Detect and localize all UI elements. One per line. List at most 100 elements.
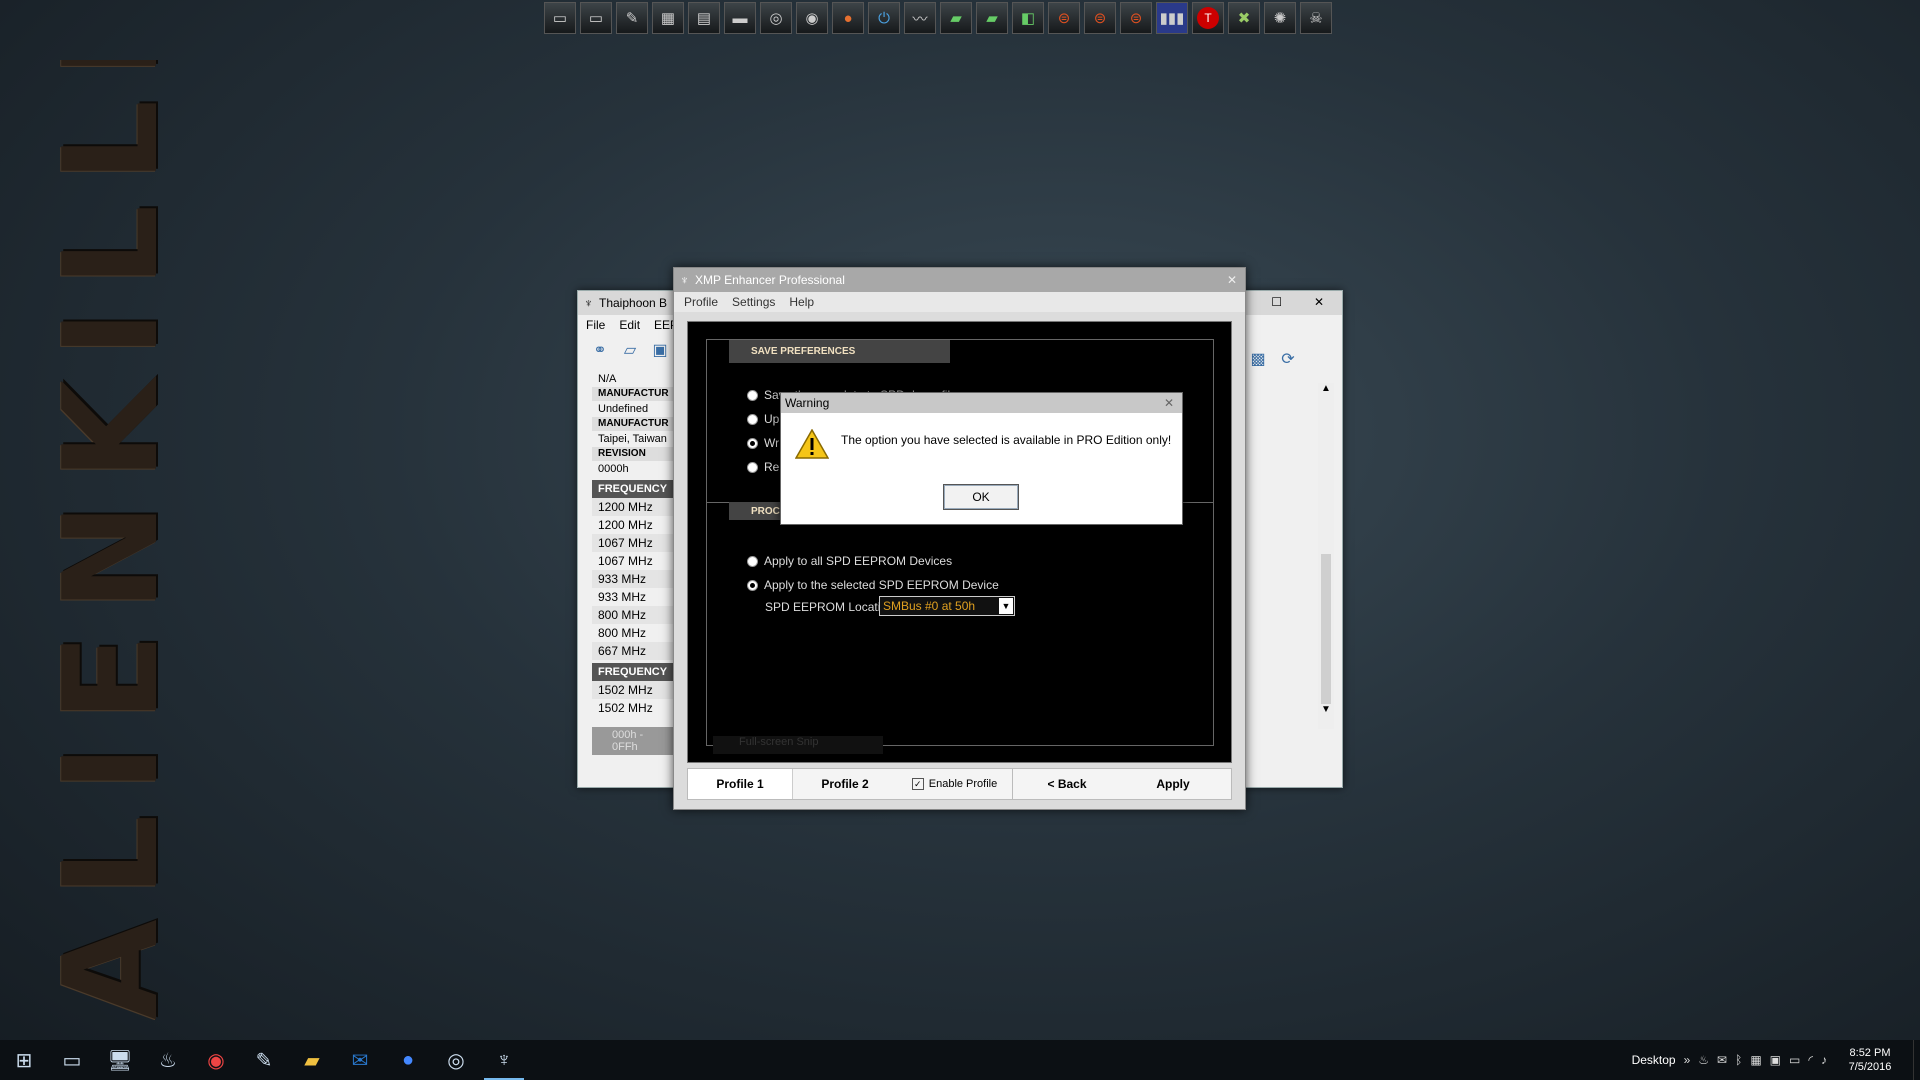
gear-icon[interactable]: ✺ xyxy=(1264,2,1296,34)
x-icon[interactable]: ✖ xyxy=(1228,2,1260,34)
keyboard-icon[interactable]: ▦ xyxy=(1750,1053,1761,1067)
close-icon[interactable]: ✕ xyxy=(1227,273,1237,287)
app-tray-icon[interactable]: ▣ xyxy=(1770,1053,1781,1067)
gpu-icon[interactable]: ▰ xyxy=(976,2,1008,34)
chevron-up-icon[interactable]: » xyxy=(1684,1053,1691,1067)
warning-titlebar[interactable]: Warning ✕ xyxy=(781,393,1182,413)
freq-row: 1067 MHz xyxy=(598,554,653,568)
option-apply-selected[interactable]: Apply to the selected SPD EEPROM Device xyxy=(747,578,999,592)
disc-icon[interactable]: ⊜ xyxy=(1084,2,1116,34)
info-value: Undefined xyxy=(598,403,649,415)
option-update[interactable]: Up xyxy=(747,412,779,426)
chevron-down-icon[interactable]: ▼ xyxy=(999,598,1013,614)
tab-profile-2[interactable]: Profile 2 xyxy=(793,769,897,799)
back-button[interactable]: < Back xyxy=(1013,769,1121,799)
gauge-icon[interactable]: ◉ xyxy=(796,2,828,34)
info-header: MANUFACTUR xyxy=(592,387,678,401)
orange-icon[interactable]: ● xyxy=(832,2,864,34)
option-read[interactable]: Re xyxy=(747,460,779,474)
drive-icon[interactable]: ▭ xyxy=(580,2,612,34)
scrollbar[interactable]: ▲ ▼ xyxy=(1318,383,1334,729)
desktop-toolbar-label[interactable]: Desktop xyxy=(1632,1053,1676,1067)
board-icon[interactable]: ▤ xyxy=(688,2,720,34)
warning-icon xyxy=(795,429,829,459)
xmp-title: XMP Enhancer Professional xyxy=(695,273,845,287)
power-icon[interactable]: ⏻ xyxy=(868,2,900,34)
scroll-up-icon[interactable]: ▲ xyxy=(1318,383,1334,394)
menu-profile[interactable]: Profile xyxy=(684,295,718,309)
circle-icon[interactable]: ◎ xyxy=(760,2,792,34)
show-desktop-button[interactable] xyxy=(1913,1040,1920,1080)
checkbox-checked-icon[interactable]: ✓ xyxy=(911,778,924,790)
radio-button[interactable] xyxy=(747,413,758,425)
radio-button[interactable] xyxy=(747,555,758,567)
apply-button[interactable]: Apply xyxy=(1121,769,1225,799)
frequency-header: FREQUENCY xyxy=(592,663,678,681)
bars-icon[interactable]: ▮▮▮ xyxy=(1156,2,1188,34)
computer-icon[interactable]: 🖥 xyxy=(96,1040,144,1080)
paint-icon[interactable]: ✎ xyxy=(240,1040,288,1080)
chip-icon[interactable]: ▦ xyxy=(652,2,684,34)
drive-icon[interactable]: ▭ xyxy=(544,2,576,34)
radio-button[interactable] xyxy=(747,461,758,473)
info-header: MANUFACTUR xyxy=(592,417,678,431)
xmp-titlebar[interactable]: ♆ XMP Enhancer Professional ✕ xyxy=(674,268,1245,292)
pen-icon[interactable]: ✎ xyxy=(616,2,648,34)
circle-app-icon[interactable]: ◎ xyxy=(432,1040,480,1080)
candle-icon[interactable]: ♨ xyxy=(144,1040,192,1080)
option-write[interactable]: Wr xyxy=(747,436,779,450)
windows-start-icon[interactable]: ⊞ xyxy=(0,1040,48,1080)
outlook-tray-icon[interactable]: ✉ xyxy=(1717,1053,1727,1067)
menu-file[interactable]: File xyxy=(586,318,605,332)
save-icon[interactable]: ▣ xyxy=(650,340,670,360)
ok-button[interactable]: OK xyxy=(943,484,1019,510)
steam-icon[interactable]: ♨ xyxy=(1698,1053,1709,1067)
wave-icon[interactable]: 〰 xyxy=(904,2,936,34)
scroll-thumb[interactable] xyxy=(1321,554,1331,704)
close-icon[interactable]: ✕ xyxy=(1164,396,1174,410)
card-icon[interactable]: ◧ xyxy=(1012,2,1044,34)
tab-profile-1[interactable]: Profile 1 xyxy=(688,769,793,799)
t-icon[interactable]: T xyxy=(1192,2,1224,34)
close-icon[interactable]: ✕ xyxy=(1314,295,1324,309)
cpu-icon[interactable]: ▬ xyxy=(724,2,756,34)
info-value: Taipei, Taiwan xyxy=(598,433,667,445)
freq-row: 800 MHz xyxy=(592,606,678,624)
menu-edit[interactable]: Edit xyxy=(619,318,640,332)
info-value: 0000h xyxy=(598,463,629,475)
outlook-icon[interactable]: ✉ xyxy=(336,1040,384,1080)
folder-icon[interactable]: ▱ xyxy=(620,340,640,360)
menu-settings[interactable]: Settings xyxy=(732,295,775,309)
spd-location-select[interactable]: SMBus #0 at 50h ▼ xyxy=(879,596,1015,616)
network-icon[interactable]: ◜ xyxy=(1808,1053,1813,1067)
bluetooth-icon[interactable]: ᛒ xyxy=(1735,1053,1742,1067)
clock[interactable]: 8:52 PM 7/5/2016 xyxy=(1835,1046,1905,1074)
radio-button-selected[interactable] xyxy=(747,437,758,449)
address-range: 000h - 0FFh xyxy=(592,727,678,755)
chrome-icon[interactable]: ◉ xyxy=(192,1040,240,1080)
thaiphoon-title: Thaiphoon B xyxy=(599,296,668,310)
gpu-icon[interactable]: ▰ xyxy=(940,2,972,34)
link-icon[interactable]: ⚭ xyxy=(590,340,610,360)
refresh-icon[interactable]: ⟳ xyxy=(1278,349,1298,369)
radio-button[interactable] xyxy=(747,389,758,401)
fullscreen-snip-label: Full-screen Snip xyxy=(713,736,883,754)
enable-profile-checkbox[interactable]: ✓ Enable Profile xyxy=(897,769,1012,799)
disc-icon[interactable]: ⊜ xyxy=(1120,2,1152,34)
maximize-icon[interactable]: ☐ xyxy=(1271,295,1282,309)
chip-tool-icon[interactable]: ▩ xyxy=(1248,349,1268,369)
option-apply-all[interactable]: Apply to all SPD EEPROM Devices xyxy=(747,554,952,568)
warning-title: Warning xyxy=(785,396,830,410)
disc-icon[interactable]: ⊜ xyxy=(1048,2,1080,34)
freq-row: 1200 MHz xyxy=(598,518,653,532)
battery-icon[interactable]: ▭ xyxy=(1789,1053,1800,1067)
radio-button-selected[interactable] xyxy=(747,579,758,591)
menu-help[interactable]: Help xyxy=(789,295,814,309)
skull-icon[interactable]: ☠ xyxy=(1300,2,1332,34)
task-view-icon[interactable]: ▭ xyxy=(48,1040,96,1080)
globe-icon[interactable]: ● xyxy=(384,1040,432,1080)
scroll-down-icon[interactable]: ▼ xyxy=(1318,704,1334,715)
thaiphoon-task-icon[interactable]: ♆ xyxy=(480,1040,528,1080)
volume-icon[interactable]: ♪ xyxy=(1821,1053,1827,1067)
folder-icon[interactable]: ▰ xyxy=(288,1040,336,1080)
